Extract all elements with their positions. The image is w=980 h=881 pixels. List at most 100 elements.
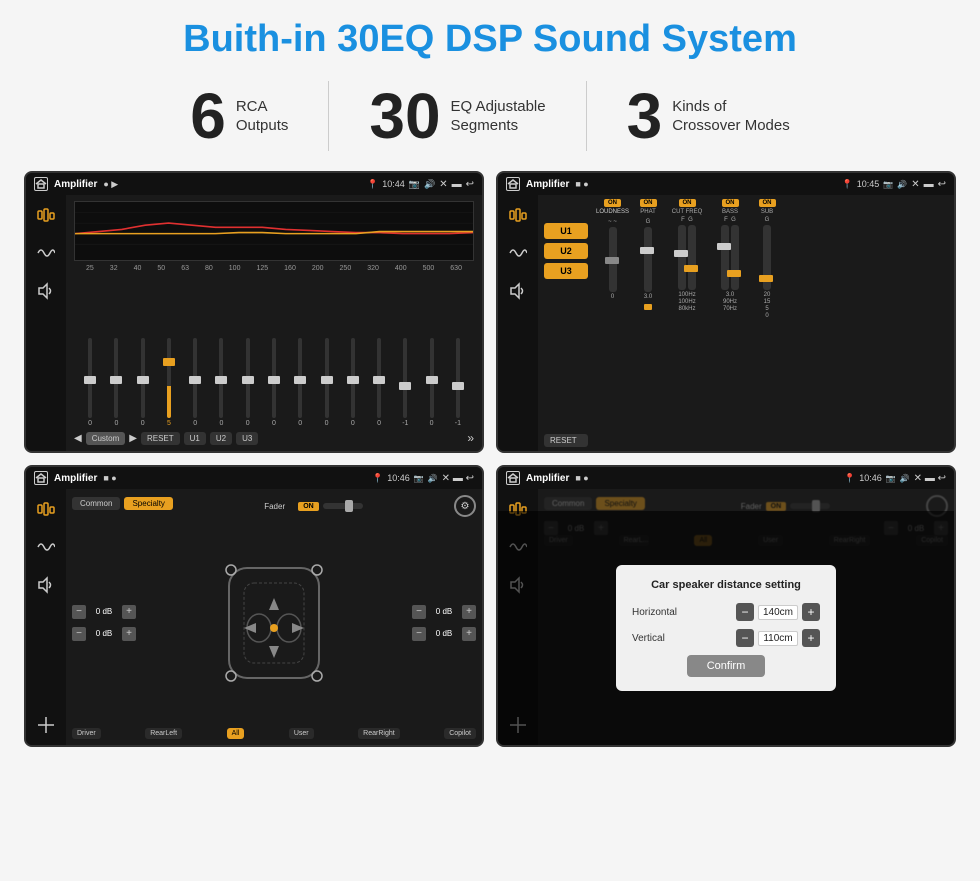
prev-arrow[interactable]: ◀ [74, 433, 82, 444]
vol-row-rl: − 0 dB + [72, 627, 136, 641]
eq-slider-12[interactable]: -1 [393, 338, 417, 427]
horizontal-minus-btn[interactable]: − [736, 603, 754, 621]
pin-icon-2: 📍 [842, 179, 853, 190]
home-icon-2[interactable] [506, 177, 520, 191]
preset-u2[interactable]: U2 [544, 243, 588, 259]
btn-all[interactable]: All [227, 728, 245, 739]
eq-slider-11[interactable]: 0 [367, 338, 391, 427]
vol-plus-rl[interactable]: + [122, 627, 136, 641]
screen-crossover: Amplifier ■ ● 📍 10:45 📷 🔊 ✕ ▬ ↩ [496, 171, 956, 453]
vol-val-rr: 0 dB [430, 629, 458, 638]
horizontal-stepper[interactable]: − 140cm + [736, 603, 820, 621]
eq-slider-3[interactable]: 5 [157, 338, 181, 427]
vol-minus-rl[interactable]: − [72, 627, 86, 641]
status-time-4: 10:46 [859, 473, 882, 483]
fader-label: Fader [264, 502, 294, 511]
stat-number-crossover: 3 [627, 84, 663, 148]
status-time-1: 10:44 [382, 179, 405, 189]
vol-val-fl: 0 dB [90, 607, 118, 616]
tab-specialty[interactable]: Specialty [124, 497, 172, 510]
wave-icon-1[interactable] [34, 241, 58, 265]
home-icon-3[interactable] [34, 471, 48, 485]
vol-plus-rr[interactable]: + [462, 627, 476, 641]
more-icon[interactable]: » [467, 431, 474, 445]
wave-icon-2[interactable] [506, 241, 530, 265]
vertical-plus-btn[interactable]: + [802, 629, 820, 647]
eq-slider-10[interactable]: 0 [341, 338, 365, 427]
eq-slider-13[interactable]: 0 [419, 338, 443, 427]
right-vol-controls: − 0 dB + − 0 dB + [412, 521, 476, 724]
status-bar-2: Amplifier ■ ● 📍 10:45 📷 🔊 ✕ ▬ ↩ [498, 173, 954, 195]
btn-user[interactable]: User [289, 728, 314, 739]
eq-icon-1[interactable] [34, 203, 58, 227]
btn-rearleft[interactable]: RearLeft [145, 728, 182, 739]
eq-slider-9[interactable]: 0 [314, 338, 338, 427]
screen-eq: Amplifier ● ▶ 📍 10:44 📷 🔊 ✕ ▬ ↩ [24, 171, 484, 453]
vol-minus-rr[interactable]: − [412, 627, 426, 641]
eq-slider-4[interactable]: 0 [183, 338, 207, 427]
fader-slider[interactable] [323, 503, 363, 509]
status-bar-right-1: 📍 10:44 📷 🔊 ✕ ▬ ↩ [367, 179, 474, 190]
eq-slider-14[interactable]: -1 [446, 338, 470, 427]
minimize-icon-1: ▬ [452, 179, 462, 190]
btn-rearright[interactable]: RearRight [358, 728, 400, 739]
speaker-icon-1[interactable] [34, 279, 58, 303]
eq-slider-2[interactable]: 0 [131, 338, 155, 427]
eq-icon-3[interactable] [34, 497, 58, 521]
fader-main: Common Specialty Fader ON ⚙ [66, 489, 482, 745]
eq-slider-5[interactable]: 0 [209, 338, 233, 427]
vol-row-rr: − 0 dB + [412, 627, 476, 641]
home-icon-4[interactable] [506, 471, 520, 485]
custom-btn[interactable]: Custom [86, 432, 126, 445]
horizontal-label: Horizontal [632, 607, 692, 618]
dialog-box: Car speaker distance setting Horizontal … [616, 565, 836, 691]
btn-copilot[interactable]: Copilot [444, 728, 476, 739]
left-sidebar-3 [26, 489, 66, 745]
arrows-icon-3[interactable] [34, 713, 58, 737]
stats-row: 6 RCAOutputs 30 EQ AdjustableSegments 3 … [0, 71, 980, 163]
reset-btn-eq[interactable]: RESET [141, 432, 180, 445]
screen-content-1: 253240506380 100125160200250320 40050063… [26, 195, 482, 451]
app-title-3: Amplifier [54, 473, 97, 484]
eq-graph [74, 201, 474, 261]
home-icon-1[interactable] [34, 177, 48, 191]
status-bar-left-2: Amplifier ■ ● [506, 177, 589, 191]
preset-u1[interactable]: U1 [544, 223, 588, 239]
vol-val-rl: 0 dB [90, 629, 118, 638]
vol-plus-fr[interactable]: + [462, 605, 476, 619]
next-arrow[interactable]: ▶ [129, 433, 137, 444]
vol-val-fr: 0 dB [430, 607, 458, 616]
stat-rca: 6 RCAOutputs [150, 84, 328, 148]
btn-driver[interactable]: Driver [72, 728, 101, 739]
horizontal-plus-btn[interactable]: + [802, 603, 820, 621]
settings-btn[interactable]: ⚙ [454, 495, 476, 517]
eq-slider-0[interactable]: 0 [78, 338, 102, 427]
status-bar-right-3: 📍 10:46 📷 🔊 ✕ ▬ ↩ [372, 473, 474, 484]
eq-slider-7[interactable]: 0 [262, 338, 286, 427]
speaker-icon-3[interactable] [34, 573, 58, 597]
eq-slider-6[interactable]: 0 [236, 338, 260, 427]
reset-btn-crossover[interactable]: RESET [544, 434, 588, 447]
vertical-minus-btn[interactable]: − [736, 629, 754, 647]
u1-btn[interactable]: U1 [184, 432, 206, 445]
vertical-stepper[interactable]: − 110cm + [736, 629, 820, 647]
bass-on: ON [722, 199, 739, 207]
u3-btn[interactable]: U3 [236, 432, 258, 445]
vol-minus-fr[interactable]: − [412, 605, 426, 619]
vertical-value: 110cm [758, 631, 798, 646]
fader-on-badge: ON [298, 502, 319, 511]
vol-minus-fl[interactable]: − [72, 605, 86, 619]
eq-freq-labels: 253240506380 100125160200250320 40050063… [74, 265, 474, 272]
preset-u3[interactable]: U3 [544, 263, 588, 279]
u2-btn[interactable]: U2 [210, 432, 232, 445]
confirm-button[interactable]: Confirm [687, 655, 766, 677]
eq-icon-2[interactable] [506, 203, 530, 227]
speaker-icon-2[interactable] [506, 279, 530, 303]
wave-icon-3[interactable] [34, 535, 58, 559]
status-bar-left-4: Amplifier ■ ● [506, 471, 589, 485]
eq-slider-8[interactable]: 0 [288, 338, 312, 427]
eq-sliders: 0 0 0 5 0 0 0 0 0 0 0 0 -1 0 -1 [74, 276, 474, 427]
eq-slider-1[interactable]: 0 [104, 338, 128, 427]
tab-common[interactable]: Common [72, 497, 120, 510]
vol-plus-fl[interactable]: + [122, 605, 136, 619]
